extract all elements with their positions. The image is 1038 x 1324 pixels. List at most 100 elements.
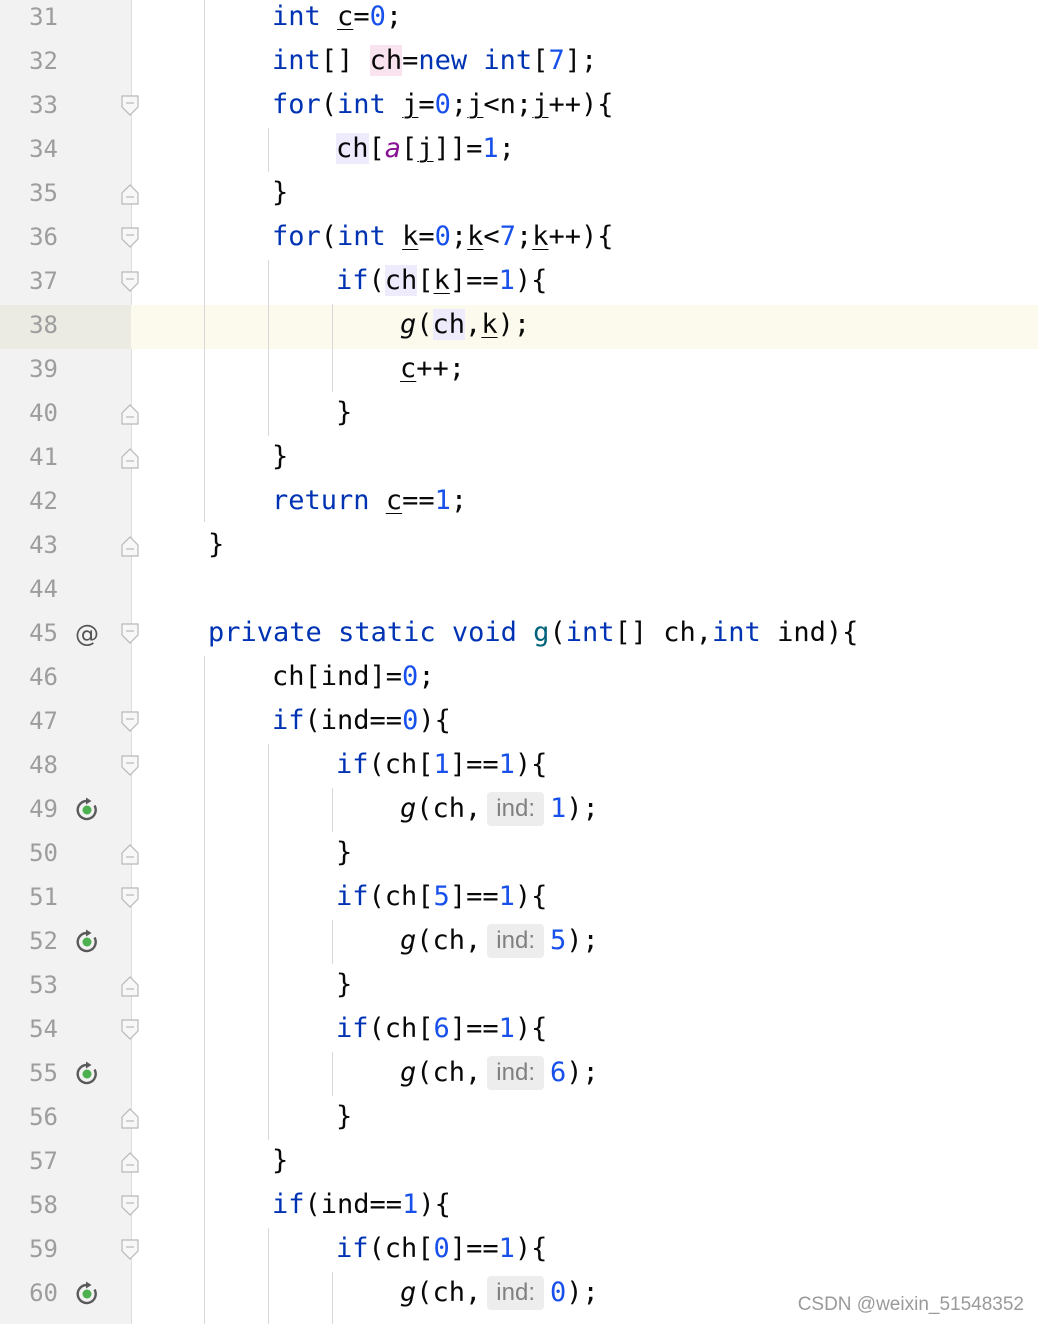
code-text[interactable]: ch[a[j]]=1;	[336, 129, 515, 173]
code-line-41[interactable]: 41}	[0, 437, 1038, 481]
recursive-call-icon[interactable]	[74, 1061, 100, 1087]
code-line-35[interactable]: 35}	[0, 173, 1038, 217]
code-text[interactable]: g(ch, ind: 0);	[400, 1273, 599, 1317]
code-line-42[interactable]: 42 return c==1;	[0, 481, 1038, 525]
code-text[interactable]: }	[208, 525, 224, 569]
fold-end-icon[interactable]	[121, 183, 139, 205]
code-line-49[interactable]: 49 g(ch, ind: 1);	[0, 789, 1038, 833]
code-line-39[interactable]: 39 c++;	[0, 349, 1038, 393]
line-gutter[interactable]: 50	[0, 833, 139, 877]
code-text[interactable]: for(int j=0;j<n;j++){	[272, 85, 614, 129]
code-text[interactable]: if(ind==0){	[272, 701, 451, 745]
code-line-59[interactable]: 59 if(ch[0]==1){	[0, 1229, 1038, 1273]
code-text[interactable]: }	[336, 833, 352, 877]
code-text[interactable]: }	[272, 1141, 288, 1185]
fold-end-icon[interactable]	[121, 447, 139, 469]
line-gutter[interactable]: 53	[0, 965, 139, 1009]
line-gutter[interactable]: 39	[0, 349, 131, 393]
line-gutter[interactable]: 48	[0, 745, 139, 789]
line-gutter[interactable]: 46	[0, 657, 131, 701]
line-gutter[interactable]: 42	[0, 481, 131, 525]
line-gutter[interactable]: 45 @	[0, 613, 139, 657]
fold-end-icon[interactable]	[121, 1151, 139, 1173]
code-text[interactable]: int[] ch=new int[7];	[272, 41, 597, 85]
code-text[interactable]: return c==1;	[272, 481, 467, 525]
code-text[interactable]: }	[336, 1097, 352, 1141]
line-gutter[interactable]: 51	[0, 877, 139, 921]
code-line-56[interactable]: 56}	[0, 1097, 1038, 1141]
fold-end-icon[interactable]	[121, 1107, 139, 1129]
code-text[interactable]: }	[272, 173, 288, 217]
code-line-50[interactable]: 50}	[0, 833, 1038, 877]
line-gutter[interactable]: 60	[0, 1273, 131, 1317]
code-line-55[interactable]: 55 g(ch, ind: 6);	[0, 1053, 1038, 1097]
line-gutter[interactable]: 35	[0, 173, 139, 217]
line-gutter[interactable]: 34	[0, 129, 131, 173]
line-gutter[interactable]: 59	[0, 1229, 139, 1273]
code-line-44[interactable]: 44	[0, 569, 1038, 613]
code-text[interactable]: if(ch[5]==1){	[336, 877, 547, 921]
code-line-34[interactable]: 34 ch[a[j]]=1;	[0, 129, 1038, 173]
fold-start-icon[interactable]	[121, 271, 139, 293]
line-gutter[interactable]: 56	[0, 1097, 139, 1141]
line-gutter[interactable]: 43	[0, 525, 139, 569]
line-gutter[interactable]: 54	[0, 1009, 139, 1053]
code-text[interactable]: if(ch[k]==1){	[336, 261, 547, 305]
code-editor[interactable]: 31 int c=0; 32 int[] ch=new int[7]; 33 for(in…	[0, 0, 1038, 1324]
code-text[interactable]: g(ch,k);	[400, 305, 530, 349]
code-line-37[interactable]: 37 if(ch[k]==1){	[0, 261, 1038, 305]
line-gutter[interactable]: 55	[0, 1053, 131, 1097]
recursive-call-icon[interactable]	[74, 929, 100, 955]
line-gutter[interactable]: 57	[0, 1141, 139, 1185]
fold-start-icon[interactable]	[121, 887, 139, 909]
code-line-52[interactable]: 52 g(ch, ind: 5);	[0, 921, 1038, 965]
fold-start-icon[interactable]	[121, 95, 139, 117]
line-gutter[interactable]: 31	[0, 0, 131, 41]
fold-start-icon[interactable]	[121, 227, 139, 249]
fold-start-icon[interactable]	[121, 1019, 139, 1041]
line-gutter[interactable]: 49	[0, 789, 131, 833]
code-text[interactable]: ch[ind]=0;	[272, 657, 435, 701]
code-line-48[interactable]: 48 if(ch[1]==1){	[0, 745, 1038, 789]
fold-end-icon[interactable]	[121, 535, 139, 557]
line-gutter[interactable]: 38	[0, 305, 131, 349]
code-text[interactable]: for(int k=0;k<7;k++){	[272, 217, 614, 261]
line-gutter[interactable]: 41	[0, 437, 139, 481]
code-line-47[interactable]: 47 if(ind==0){	[0, 701, 1038, 745]
code-text[interactable]: private static void g(int[] ch,int ind){	[208, 613, 858, 657]
code-text[interactable]: int c=0;	[272, 0, 402, 41]
fold-start-icon[interactable]	[121, 1239, 139, 1261]
code-text[interactable]: if(ind==1){	[272, 1185, 451, 1229]
code-text[interactable]: c++;	[400, 349, 465, 393]
line-gutter[interactable]: 33	[0, 85, 139, 129]
recursive-call-icon[interactable]	[74, 1281, 100, 1307]
fold-start-icon[interactable]	[121, 1195, 139, 1217]
code-line-32[interactable]: 32 int[] ch=new int[7];	[0, 41, 1038, 85]
at-sign-icon[interactable]: @	[74, 620, 100, 648]
fold-end-icon[interactable]	[121, 843, 139, 865]
code-line-45[interactable]: 45 @ private static void g(int[] ch,int in…	[0, 613, 1038, 657]
code-line-33[interactable]: 33 for(int j=0;j<n;j++){	[0, 85, 1038, 129]
code-line-51[interactable]: 51 if(ch[5]==1){	[0, 877, 1038, 921]
code-line-43[interactable]: 43}	[0, 525, 1038, 569]
code-line-36[interactable]: 36 for(int k=0;k<7;k++){	[0, 217, 1038, 261]
line-gutter[interactable]: 37	[0, 261, 139, 305]
line-gutter[interactable]: 32	[0, 41, 131, 85]
fold-start-icon[interactable]	[121, 755, 139, 777]
code-text[interactable]: }	[336, 393, 352, 437]
fold-end-icon[interactable]	[121, 403, 139, 425]
line-gutter[interactable]: 52	[0, 921, 131, 965]
fold-end-icon[interactable]	[121, 975, 139, 997]
code-text[interactable]: g(ch, ind: 1);	[400, 789, 599, 833]
code-line-53[interactable]: 53}	[0, 965, 1038, 1009]
line-gutter[interactable]: 36	[0, 217, 139, 261]
line-gutter[interactable]: 47	[0, 701, 139, 745]
recursive-call-icon[interactable]	[74, 797, 100, 823]
code-text[interactable]: }	[272, 437, 288, 481]
code-text[interactable]: if(ch[1]==1){	[336, 745, 547, 789]
code-text[interactable]: g(ch, ind: 6);	[400, 1053, 599, 1097]
code-line-31[interactable]: 31 int c=0;	[0, 0, 1038, 41]
code-text[interactable]: if(ch[6]==1){	[336, 1009, 547, 1053]
line-gutter[interactable]: 44	[0, 569, 131, 613]
code-line-57[interactable]: 57}	[0, 1141, 1038, 1185]
